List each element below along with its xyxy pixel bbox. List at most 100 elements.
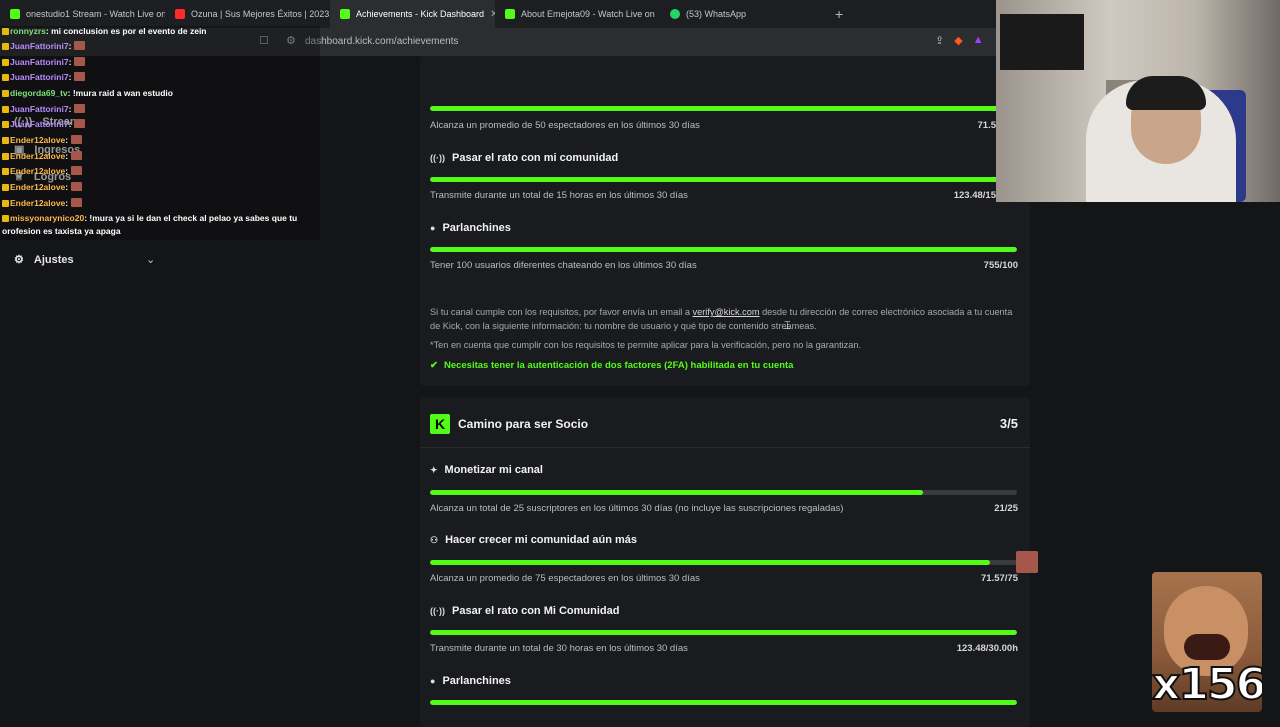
goal-description: Alcanza un promedio de 50 espectadores e… (430, 120, 700, 131)
2fa-requirement-text: Necesitas tener la autenticación de dos … (443, 360, 794, 371)
chat-username[interactable]: Ender12alove (10, 166, 65, 176)
goal-title: ⚇ Hacer crecer mi comunidad aún más (430, 534, 637, 546)
new-tab-button[interactable]: + (835, 6, 843, 22)
url-field[interactable]: dashboard.kick.com/achievements (305, 36, 458, 47)
chat-username[interactable]: JuanFattorini7 (10, 72, 69, 82)
chat-message: Ender12alove: (2, 151, 83, 162)
emote-combo-count: x156 (1152, 658, 1262, 711)
info-text: Si tu canal cumple con los requisitos, p… (430, 307, 693, 317)
chat-message: JuanFattorini7: (2, 41, 86, 52)
chat-emote-icon (1016, 551, 1038, 573)
tab-title: Achievements - Kick Dashboard (356, 9, 485, 19)
chat-text: : mi conclusion es por el evento de zein (45, 26, 207, 36)
tab-title: onestudio1 Stream - Watch Live on K (26, 9, 165, 19)
section-title: Camino para ser Socio (458, 417, 589, 431)
subscriber-badge-icon (2, 137, 9, 144)
chat-message: Ender12alove: (2, 135, 83, 146)
subscriber-badge-icon (2, 168, 9, 175)
verify-email-link[interactable]: verify@kick.com (693, 307, 760, 317)
chat-message: diegorda69_tv: !mura raid a wan estudio (2, 88, 173, 99)
chat-message: Ender12alove: (2, 198, 83, 209)
goal-progress-bar (430, 560, 1017, 565)
subscriber-badge-icon (2, 59, 9, 66)
goal-description: Transmite durante un total de 15 horas e… (430, 190, 688, 201)
webcam-overlay (996, 0, 1280, 202)
chat-username[interactable]: JuanFattorini7 (10, 104, 69, 114)
chat-text: : (68, 57, 72, 67)
check-icon: ✔ (430, 360, 438, 371)
chat-username[interactable]: diegorda69_tv (10, 88, 68, 98)
chat-emote-icon (71, 182, 83, 191)
browser-tab[interactable]: (53) WhatsApp (660, 0, 825, 28)
chat-emote-icon (74, 41, 86, 50)
partner-requirements-card: Alcanza un promedio de 50 espectadores e… (420, 56, 1030, 386)
chat-username[interactable]: Ender12alove (10, 182, 65, 192)
goal-value: 71.5 (977, 120, 997, 131)
subscriber-badge-icon (2, 90, 9, 97)
subscriber-badge-icon (2, 200, 9, 207)
brave-shield-icon[interactable]: ◆ (954, 34, 962, 47)
goal-title-label: Parlanchines (442, 675, 511, 687)
rewards-icon[interactable]: ▲ (973, 34, 984, 47)
chat-text: : (68, 104, 72, 114)
goal-title: ((·)) Pasar el rato con mi comunidad (430, 152, 618, 164)
chat-emote-icon (74, 104, 86, 113)
gear-icon: ⚙ (14, 254, 24, 266)
broadcast-icon: ((·)) (430, 606, 445, 616)
sidebar-item-ajustes[interactable]: ⚙ Ajustes (14, 253, 74, 267)
mouse-cursor-icon: ⌶ (784, 320, 791, 332)
laughing-mouth-shape (1184, 634, 1230, 660)
chat-text: : (65, 198, 69, 208)
chevron-down-icon[interactable]: ⌄ (146, 253, 155, 266)
browser-tab[interactable]: Ozuna | Sus Mejores Éxitos | 2023 (165, 0, 330, 28)
chat-username[interactable]: ronnyzrs (10, 26, 46, 36)
streamer-hair-shape (1126, 76, 1206, 110)
chat-message: JuanFattorini7: (2, 119, 86, 130)
chat-username[interactable]: JuanFattorini7 (10, 57, 69, 67)
goal-description: Alcanza un promedio de 75 espectadores e… (430, 573, 700, 584)
chat-username[interactable]: Ender12alove (10, 135, 65, 145)
chat-message: ronnyzrs: mi conclusion es por el evento… (2, 26, 207, 37)
chat-text: : (68, 119, 72, 129)
chat-username[interactable]: Ender12alove (10, 198, 65, 208)
emote-combo-overlay: x156 (1152, 572, 1262, 712)
divider (420, 447, 1030, 448)
browser-tab[interactable]: onestudio1 Stream - Watch Live on K (0, 0, 165, 28)
chat-text: : (65, 182, 69, 192)
subscriber-badge-icon (2, 121, 9, 128)
chat-message: JuanFattorini7: (2, 72, 86, 83)
chat-username[interactable]: JuanFattorini7 (10, 119, 69, 129)
section-progress-count: 3/5 (999, 416, 1018, 431)
chat-text: : (65, 151, 69, 161)
chat-text: orofesion es taxista ya apaga (2, 226, 121, 236)
chat-username[interactable]: missyonarynico20 (10, 213, 84, 223)
tab-title: Ozuna | Sus Mejores Éxitos | 2023 (191, 9, 330, 19)
browser-tab[interactable]: About Emejota09 - Watch Live on (495, 0, 660, 28)
sidebar-item-label: Ajustes (33, 253, 74, 266)
browser-tab-active[interactable]: Achievements - Kick Dashboard ✕ (330, 0, 495, 28)
subscriber-badge-icon (2, 43, 9, 50)
subscriber-badge-icon (2, 106, 9, 113)
stream-chat-overlay: ronnyzrs: mi conclusion es por el evento… (0, 26, 320, 240)
chat-username[interactable]: JuanFattorini7 (10, 41, 69, 51)
chat-text: : (68, 72, 72, 82)
goal-value: 123.48/30.00h (956, 643, 1018, 654)
tab-title: (53) WhatsApp (686, 9, 747, 19)
chat-message: JuanFattorini7: (2, 57, 86, 68)
chat-text: : !mura ya si le dan el check al pelao y… (84, 213, 298, 223)
goal-value: 755/100 (983, 260, 1018, 271)
subscriber-badge-icon (2, 153, 9, 160)
verification-note: *Ten en cuenta que cumplir con los requi… (430, 340, 862, 350)
goal-title: ((·)) Pasar el rato con Mi Comunidad (430, 605, 619, 617)
chat-username[interactable]: Ender12alove (10, 151, 65, 161)
chat-message: orofesion es taxista ya apaga (2, 226, 121, 237)
share-icon[interactable]: ⇪ (935, 34, 944, 47)
subscriber-badge-icon (2, 215, 9, 222)
chat-emote-icon (74, 57, 86, 66)
chat-message: Ender12alove: (2, 182, 83, 193)
goal-title-label: Pasar el rato con Mi Comunidad (452, 605, 620, 617)
address-bar-actions: ⇪ ◆ ▲ (935, 34, 984, 47)
youtube-favicon-icon (175, 9, 185, 19)
goal-progress-bar (430, 247, 1017, 252)
chat-emote-icon (74, 119, 86, 128)
